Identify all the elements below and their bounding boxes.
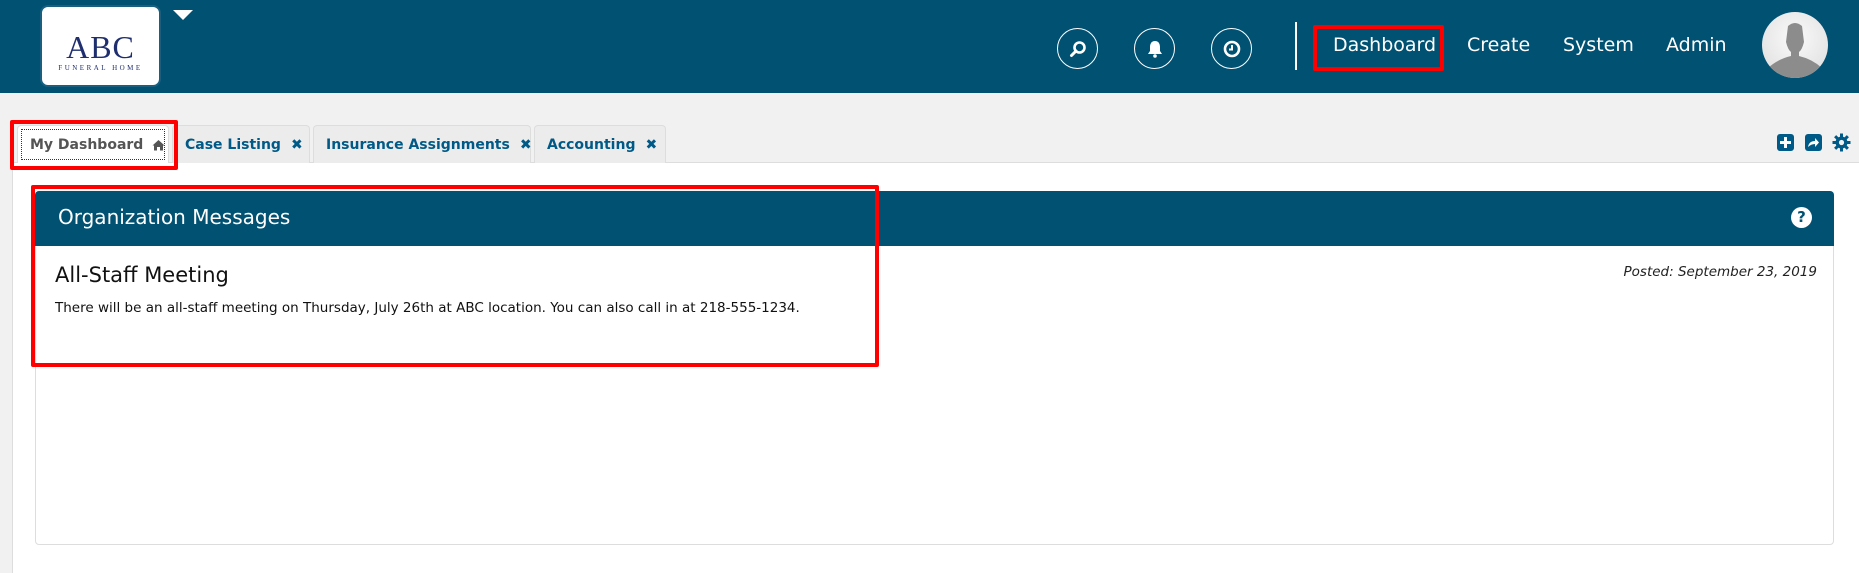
tab-insurance-assignments[interactable]: Insurance Assignments ✖ (313, 125, 532, 163)
settings-button[interactable] (1832, 133, 1851, 152)
message-posted-date: Posted: September 23, 2019 (1623, 264, 1817, 280)
user-avatar[interactable] (1762, 12, 1828, 78)
bell-icon (1147, 40, 1162, 58)
tab-case-listing[interactable]: Case Listing ✖ (172, 125, 310, 163)
tab-focus-outline (21, 129, 165, 160)
org-dropdown-caret-icon[interactable] (173, 10, 193, 20)
panel-title: Organization Messages (58, 205, 291, 229)
tab-label: Insurance Assignments (326, 136, 510, 153)
share-button[interactable] (1804, 133, 1823, 152)
close-icon[interactable]: ✖ (645, 137, 657, 153)
tab-label: Accounting (547, 136, 636, 153)
notifications-button[interactable] (1134, 28, 1175, 69)
panel-header: Organization Messages ? (35, 191, 1834, 246)
organization-messages-panel: Organization Messages ? All-Staff Meetin… (35, 191, 1834, 545)
tab-my-dashboard[interactable]: My Dashboard (17, 125, 169, 163)
message-body: There will be an all-staff meeting on Th… (55, 300, 800, 316)
nav-divider (1295, 22, 1297, 70)
add-widget-button[interactable] (1776, 133, 1795, 152)
share-icon (1805, 134, 1822, 151)
logo-title: ABC (66, 29, 135, 65)
nav-admin[interactable]: Admin (1666, 34, 1727, 56)
message-title: All-Staff Meeting (55, 263, 229, 287)
recent-history-button[interactable] (1211, 28, 1252, 69)
user-silhouette-icon (1768, 23, 1822, 78)
close-icon[interactable]: ✖ (520, 137, 532, 153)
logo[interactable]: ABC FUNERAL HOME (40, 5, 161, 87)
search-icon (1069, 40, 1086, 57)
top-navbar: ABC FUNERAL HOME Dashboard Create System… (0, 0, 1859, 93)
logo-subtitle: FUNERAL HOME (58, 64, 143, 72)
nav-dashboard[interactable]: Dashboard (1333, 34, 1436, 56)
nav-system[interactable]: System (1563, 34, 1634, 56)
gear-icon (1832, 133, 1851, 152)
search-button[interactable] (1057, 28, 1098, 69)
close-icon[interactable]: ✖ (291, 137, 303, 153)
add-widget-icon (1777, 134, 1794, 151)
nav-create[interactable]: Create (1467, 34, 1530, 56)
tab-accounting[interactable]: Accounting ✖ (534, 125, 666, 163)
clock-icon (1223, 40, 1240, 57)
tab-label: Case Listing (185, 136, 281, 153)
help-icon[interactable]: ? (1791, 207, 1812, 228)
